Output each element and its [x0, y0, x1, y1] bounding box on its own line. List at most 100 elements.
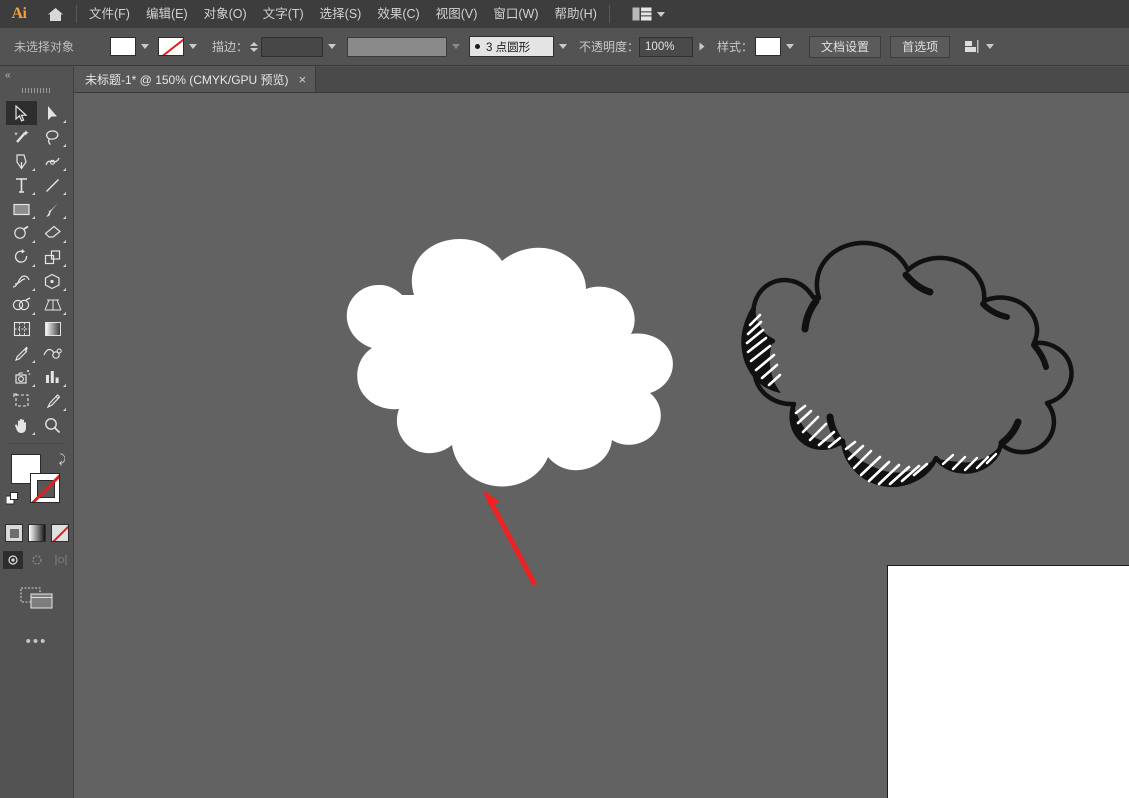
- toolbar-stroke-swatch[interactable]: [30, 473, 60, 503]
- symbol-sprayer-tool[interactable]: [6, 365, 37, 389]
- graphic-style-swatch[interactable]: [755, 37, 782, 56]
- menu-item-type[interactable]: 文字(T): [255, 0, 312, 28]
- eraser-tool[interactable]: [37, 221, 68, 245]
- selection-status: 未选择对象: [14, 40, 75, 54]
- align-control[interactable]: [964, 39, 997, 54]
- fill-chevron-down-icon[interactable]: [141, 44, 149, 49]
- blend-tool[interactable]: [37, 341, 68, 365]
- chevron-down-icon: [656, 11, 665, 17]
- menu-divider-2: [608, 5, 610, 23]
- lasso-tool[interactable]: [37, 125, 68, 149]
- gradient-mode-button[interactable]: [27, 524, 46, 542]
- app-logo: Ai: [11, 5, 28, 22]
- document-tab[interactable]: 未标题-1* @ 150% (CMYK/GPU 预览) ×: [74, 66, 317, 92]
- stroke-weight-label: 描边：: [212, 40, 249, 54]
- stroke-chevron-down-icon[interactable]: [189, 44, 197, 49]
- rotate-tool[interactable]: [6, 245, 37, 269]
- stroke-weight-stepper[interactable]: [250, 41, 259, 52]
- align-chevron-down-icon[interactable]: [986, 44, 995, 49]
- eyedropper-tool[interactable]: [6, 341, 37, 365]
- type-tool[interactable]: [6, 173, 37, 197]
- artwork-layer: [346, 239, 1074, 586]
- edit-toolbar-icon[interactable]: •••: [0, 633, 73, 650]
- default-fill-stroke-icon[interactable]: [5, 492, 19, 505]
- menu-item-effect[interactable]: 效果(C): [369, 0, 427, 28]
- menu-divider: [76, 5, 77, 23]
- stroke-weight-chevron-down-icon[interactable]: [328, 44, 337, 49]
- width-tool[interactable]: [6, 269, 37, 293]
- home-icon[interactable]: [38, 0, 72, 28]
- width-profile-select[interactable]: [347, 36, 448, 57]
- toolbar-divider: [8, 443, 65, 444]
- menu-item-object[interactable]: 对象(O): [196, 0, 255, 28]
- perspective-grid-tool[interactable]: [37, 293, 68, 317]
- color-mode-row: [0, 524, 73, 542]
- menu-bar: Ai 文件(F) 编辑(E) 对象(O) 文字(T) 选择(S) 效果(C) 视…: [0, 0, 1129, 28]
- menu-item-help[interactable]: 帮助(H): [547, 0, 605, 28]
- menu-items: 文件(F) 编辑(E) 对象(O) 文字(T) 选择(S) 效果(C) 视图(V…: [81, 0, 605, 28]
- curvature-tool[interactable]: [37, 149, 68, 173]
- brush-definition-select[interactable]: 3 点圆形: [469, 36, 555, 57]
- style-chevron-down-icon[interactable]: [786, 44, 795, 49]
- cloud-outline-sketch: [741, 240, 1074, 488]
- document-tab-bar: 未标题-1* @ 150% (CMYK/GPU 预览) ×: [74, 66, 1129, 93]
- brush-swatch-icon: [475, 44, 481, 49]
- document-tab-title: 未标题-1* @ 150% (CMYK/GPU 预览): [85, 72, 289, 87]
- draw-inside-button[interactable]: [51, 551, 71, 569]
- preferences-button[interactable]: 首选项: [890, 35, 951, 58]
- mesh-tool[interactable]: [6, 317, 37, 341]
- zoom-tool[interactable]: [37, 413, 68, 437]
- scale-tool[interactable]: [37, 245, 68, 269]
- menu-item-view[interactable]: 视图(V): [428, 0, 486, 28]
- shaper-tool[interactable]: [6, 221, 37, 245]
- change-screen-mode-icon[interactable]: [0, 585, 73, 611]
- line-segment-tool[interactable]: [37, 173, 68, 197]
- stroke-control[interactable]: [158, 37, 200, 56]
- hand-tool[interactable]: [6, 413, 37, 437]
- panel-drag-handle[interactable]: [0, 83, 73, 97]
- opacity-input[interactable]: 100%: [639, 36, 694, 57]
- close-icon[interactable]: ×: [299, 73, 307, 86]
- free-transform-tool[interactable]: [37, 269, 68, 293]
- control-bar: 未选择对象 描边： 3 点圆形 不透明度： 100% 样式： 文档设置 首选项: [0, 28, 1129, 66]
- brush-definition-value: 3 点圆形: [486, 41, 531, 54]
- artboard-tool[interactable]: [6, 389, 37, 413]
- collapse-panel-icon[interactable]: «: [0, 67, 73, 83]
- canvas-area[interactable]: [74, 93, 1129, 798]
- pen-tool[interactable]: [6, 149, 37, 173]
- align-objects-icon: [965, 40, 979, 53]
- fill-stroke-controls: ⤸: [0, 450, 74, 522]
- tools-panel: « ⤸ •••: [0, 67, 74, 798]
- draw-normal-button[interactable]: [2, 551, 23, 569]
- menu-item-select[interactable]: 选择(S): [312, 0, 370, 28]
- menu-item-file[interactable]: 文件(F): [81, 0, 138, 28]
- cloud-filled-white: [346, 239, 673, 487]
- draw-behind-button[interactable]: [27, 551, 47, 569]
- opacity-chevron-down-icon[interactable]: [699, 42, 705, 51]
- drawing-mode-row: [0, 551, 73, 569]
- fill-swatch[interactable]: [110, 37, 136, 56]
- none-mode-button[interactable]: [50, 524, 69, 542]
- swap-fill-stroke-icon[interactable]: ⤸: [59, 452, 66, 467]
- menu-item-window[interactable]: 窗口(W): [485, 0, 546, 28]
- opacity-label: 不透明度：: [579, 40, 640, 54]
- document-setup-button[interactable]: 文档设置: [809, 35, 882, 58]
- brush-chevron-down-icon[interactable]: [559, 44, 568, 49]
- shape-builder-tool[interactable]: [6, 293, 37, 317]
- workspace-switcher[interactable]: [628, 0, 669, 28]
- fill-control[interactable]: [110, 37, 152, 56]
- paintbrush-tool[interactable]: [37, 197, 68, 221]
- rectangle-tool[interactable]: [6, 197, 37, 221]
- stroke-swatch[interactable]: [158, 37, 184, 56]
- selection-tool[interactable]: [6, 101, 37, 125]
- stroke-weight-input[interactable]: [261, 36, 324, 57]
- slice-tool[interactable]: [37, 389, 68, 413]
- red-arrow-annotation: [483, 490, 537, 586]
- menu-item-edit[interactable]: 编辑(E): [138, 0, 196, 28]
- width-profile-chevron-down-icon[interactable]: [452, 44, 461, 49]
- column-graph-tool[interactable]: [37, 365, 68, 389]
- color-mode-button[interactable]: [4, 524, 23, 542]
- gradient-tool[interactable]: [37, 317, 68, 341]
- magic-wand-tool[interactable]: [6, 125, 37, 149]
- direct-selection-tool[interactable]: [37, 101, 68, 125]
